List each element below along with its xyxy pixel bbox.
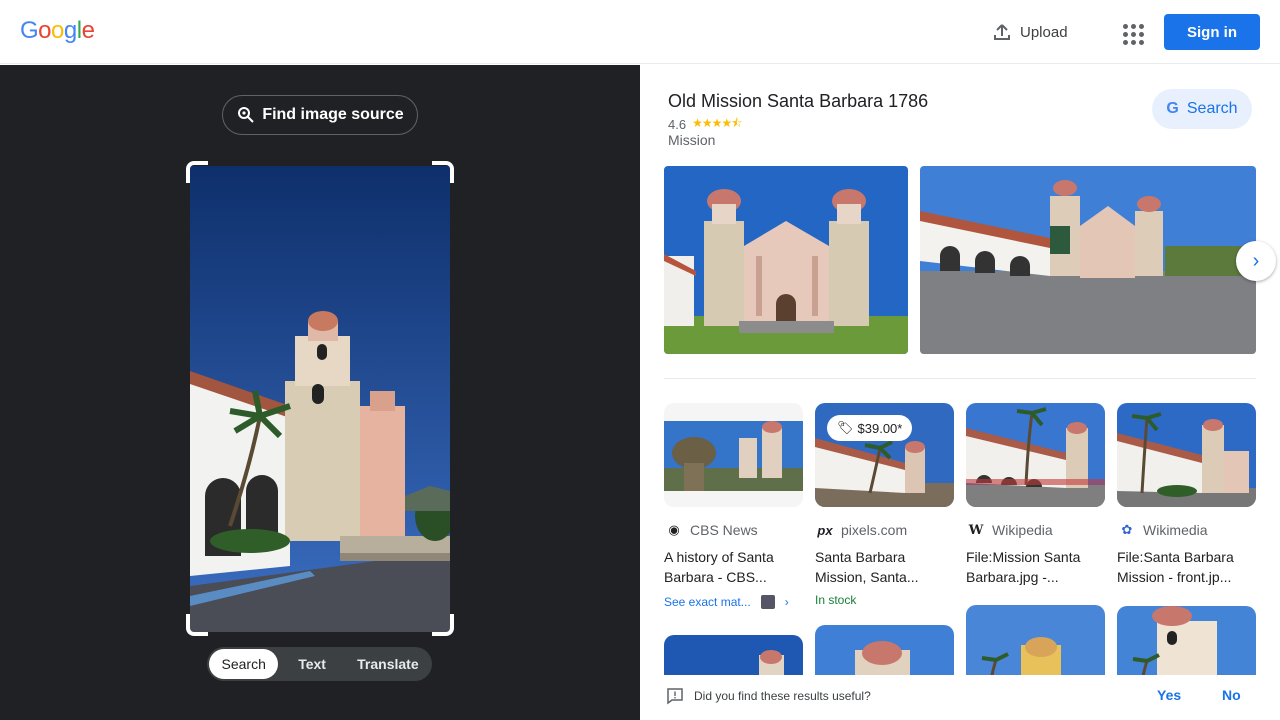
logo-letter: g bbox=[63, 17, 77, 44]
mission-image-2[interactable] bbox=[920, 166, 1256, 354]
result-source[interactable]: ✿ Wikimedia bbox=[1117, 521, 1256, 539]
logo-letter: o bbox=[38, 17, 52, 44]
see-exact-matches-link[interactable]: See exact mat... › bbox=[664, 595, 803, 609]
results-pane: Old Mission Santa Barbara 1786 4.6 ★★★★⯪… bbox=[640, 65, 1280, 720]
wikipedia-icon: W bbox=[968, 522, 984, 538]
place-type: Mission bbox=[668, 132, 716, 148]
logo-letter: e bbox=[81, 17, 95, 44]
image-preview-pane: Find image source Search Text Translate bbox=[0, 65, 640, 720]
upload-icon bbox=[994, 24, 1010, 40]
stock-status: In stock bbox=[815, 593, 857, 607]
result-thumbnail[interactable]: 🏷 $39.00* bbox=[815, 403, 954, 507]
lens-search-icon bbox=[238, 107, 255, 123]
result-thumbnail[interactable] bbox=[966, 403, 1105, 507]
source-name: pixels.com bbox=[841, 522, 908, 538]
source-name: Wikipedia bbox=[992, 522, 1053, 538]
knowledge-panel-title[interactable]: Old Mission Santa Barbara 1786 bbox=[668, 91, 928, 112]
crop-handle-bottom-right[interactable] bbox=[432, 614, 454, 636]
crop-handle-bottom-left[interactable] bbox=[186, 614, 208, 636]
sign-in-button[interactable]: Sign in bbox=[1164, 14, 1260, 50]
wikimedia-icon: ✿ bbox=[1121, 522, 1133, 537]
knowledge-search-button[interactable]: G Search bbox=[1152, 89, 1252, 129]
next-images-button[interactable]: › bbox=[1236, 241, 1276, 281]
chevron-right-icon: › bbox=[1252, 249, 1260, 272]
upload-button[interactable]: Upload bbox=[992, 20, 1068, 44]
uploaded-photo[interactable] bbox=[190, 166, 450, 632]
result-source[interactable]: px pixels.com bbox=[815, 521, 954, 539]
find-image-source-label: Find image source bbox=[262, 106, 404, 123]
result-title[interactable]: File:Santa Barbara Mission - front.jp... bbox=[1117, 547, 1256, 587]
result-card[interactable]: W Wikipedia File:Mission Santa Barbara.j… bbox=[966, 403, 1105, 587]
result-card[interactable]: ✿ Wikimedia File:Santa Barbara Mission -… bbox=[1117, 403, 1256, 587]
google-g-icon: G bbox=[1166, 100, 1179, 117]
feedback-yes-button[interactable]: Yes bbox=[1157, 687, 1181, 703]
feedback-icon bbox=[667, 688, 683, 705]
mission-image-1[interactable] bbox=[664, 166, 908, 354]
mode-search-tab[interactable]: Search bbox=[209, 649, 279, 679]
price-value: $39.00* bbox=[857, 420, 903, 436]
result-card[interactable]: ◉ CBS News A history of Santa Barbara - … bbox=[664, 403, 803, 609]
mini-thumbnail-icon bbox=[760, 595, 775, 609]
mode-translate-tab[interactable]: Translate bbox=[346, 649, 430, 679]
google-logo[interactable]: Google bbox=[20, 17, 95, 45]
feedback-question: Did you find these results useful? bbox=[694, 689, 871, 703]
crop-handle-top-left[interactable] bbox=[186, 161, 208, 183]
feedback-no-button[interactable]: No bbox=[1222, 687, 1241, 703]
cbs-news-icon: ◉ bbox=[668, 522, 680, 537]
apps-grid-icon[interactable] bbox=[1118, 18, 1146, 46]
result-thumbnail[interactable] bbox=[664, 403, 803, 507]
result-source[interactable]: W Wikipedia bbox=[966, 521, 1105, 539]
tag-icon: 🏷 bbox=[837, 420, 854, 435]
mode-switcher: Search Text Translate bbox=[207, 647, 432, 681]
result-title[interactable]: A history of Santa Barbara - CBS... bbox=[664, 547, 803, 587]
top-bar: Google Upload Sign in bbox=[0, 0, 1280, 64]
source-name: CBS News bbox=[690, 522, 758, 538]
feedback-bar: Did you find these results useful? Yes N… bbox=[640, 675, 1280, 720]
result-card[interactable]: 🏷 $39.00* px pixels.com Santa Barbara Mi… bbox=[815, 403, 954, 607]
crop-handle-top-right[interactable] bbox=[432, 161, 454, 183]
result-thumbnail[interactable] bbox=[1117, 403, 1256, 507]
knowledge-search-label: Search bbox=[1186, 100, 1238, 117]
result-title[interactable]: File:Mission Santa Barbara.jpg -... bbox=[966, 547, 1105, 587]
price-tag: 🏷 $39.00* bbox=[827, 415, 913, 441]
upload-label: Upload bbox=[1020, 23, 1068, 41]
result-source[interactable]: ◉ CBS News bbox=[664, 521, 803, 539]
find-image-source-button[interactable]: Find image source bbox=[222, 95, 418, 135]
rating-value: 4.6 bbox=[668, 117, 687, 132]
chevron-right-icon: › bbox=[784, 595, 789, 609]
mode-text-tab[interactable]: Text bbox=[278, 649, 345, 679]
logo-letter: o bbox=[51, 17, 64, 44]
section-divider bbox=[664, 378, 1256, 379]
pixels-icon: px bbox=[817, 522, 833, 538]
logo-letter: G bbox=[20, 17, 39, 44]
source-name: Wikimedia bbox=[1143, 522, 1208, 538]
see-exact-matches-label: See exact mat... bbox=[664, 595, 751, 609]
result-title[interactable]: Santa Barbara Mission, Santa... bbox=[815, 547, 954, 587]
